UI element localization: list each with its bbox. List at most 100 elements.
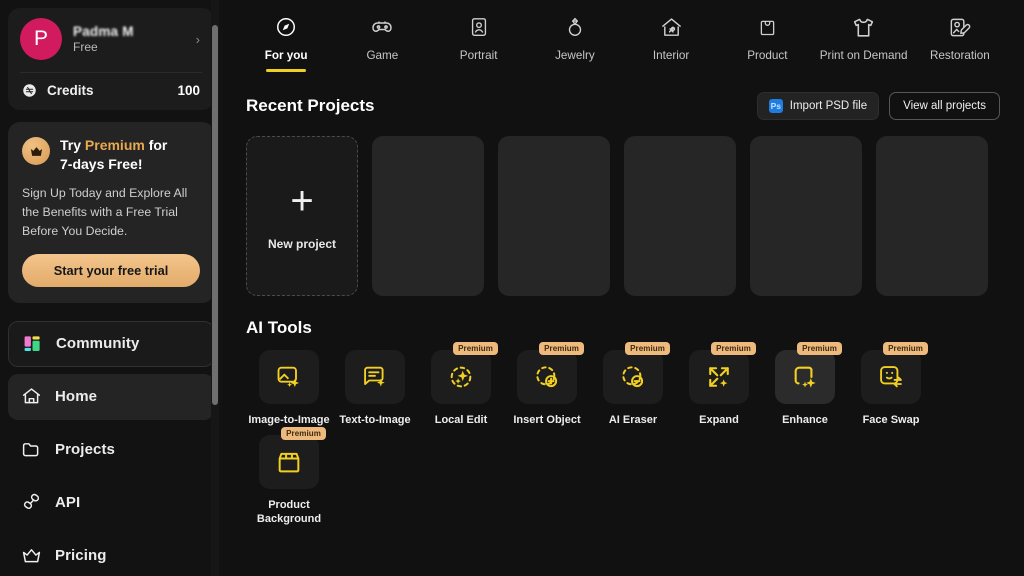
tool-local-edit[interactable]: Premium Local Edit: [418, 341, 504, 427]
ai-tools-title: AI Tools: [246, 317, 312, 337]
portrait-icon: [468, 14, 490, 40]
house-interior-icon: [660, 14, 683, 40]
tool-label: AI Eraser: [608, 413, 658, 426]
crown-outline-icon: [20, 545, 42, 567]
compass-icon: [275, 14, 297, 40]
tab-label: For you: [264, 49, 308, 62]
tool-product-background[interactable]: Premium Product Background: [246, 426, 332, 527]
tool-tile: [259, 434, 319, 489]
import-psd-button[interactable]: Ps Import PSD file: [756, 91, 880, 120]
expand-arrows-icon: [709, 366, 729, 387]
api-link-icon: [20, 492, 42, 514]
folder-icon: [20, 439, 42, 461]
promo-title-line2: 7-days Free!: [60, 155, 143, 172]
app-root: P Padma M Free › Credits 100 Try Premium…: [0, 0, 1024, 576]
tool-tile: [345, 349, 405, 404]
tool-tile: [603, 349, 663, 404]
tab-product[interactable]: Product: [719, 14, 815, 70]
profile-row[interactable]: P Padma M Free ›: [20, 18, 202, 72]
tab-label: Portrait: [459, 49, 498, 62]
photo-restore-glyph-icon: [951, 18, 971, 36]
tool-label: Image-to-Image: [248, 413, 330, 426]
tool-image-to-image[interactable]: Image-to-Image: [246, 349, 332, 427]
project-placeholder-card[interactable]: [876, 135, 988, 296]
tab-print-on-demand[interactable]: Print on Demand: [816, 14, 912, 70]
project-placeholder-card[interactable]: [624, 135, 736, 296]
sidebar-item-label: Home: [55, 388, 98, 406]
new-project-card[interactable]: + New project: [246, 135, 358, 296]
recent-projects-row: + New project: [222, 120, 1024, 296]
credits-value: 100: [177, 83, 200, 98]
tool-insert-object[interactable]: Premium Insert Object: [504, 341, 590, 427]
sidebar-item-api[interactable]: API: [8, 480, 214, 526]
project-placeholder-card[interactable]: [498, 135, 610, 296]
sidebar: P Padma M Free › Credits 100 Try Premium…: [0, 0, 222, 576]
tab-portrait[interactable]: Portrait: [431, 14, 527, 70]
crown-icon: [22, 137, 50, 165]
square-sparkle-icon: [794, 366, 816, 388]
tab-restoration[interactable]: Restoration: [912, 14, 1008, 70]
tool-face-swap[interactable]: Premium Face Swap: [848, 341, 934, 427]
tool-tile: [517, 349, 577, 404]
start-free-trial-button[interactable]: Start your free trial: [22, 253, 200, 287]
tool-label: Expand: [699, 413, 739, 426]
premium-badge: Premium: [281, 426, 326, 440]
premium-badge: Premium: [711, 341, 756, 355]
tab-interior[interactable]: Interior: [623, 14, 719, 70]
ai-tools-grid: Image-to-Image Text-to-Image Premium Loc…: [222, 338, 1024, 535]
tool-enhance[interactable]: Premium Enhance: [762, 341, 848, 427]
photo-restore-icon: [948, 14, 971, 40]
sidebar-item-home[interactable]: Home: [8, 373, 214, 420]
crown-outline-glyph-icon: [22, 549, 40, 563]
tab-for-you[interactable]: For you: [238, 14, 334, 78]
photoshop-icon: Ps: [768, 98, 783, 113]
sidebar-item-pricing[interactable]: Pricing: [8, 533, 214, 576]
ring-glyph-icon: [568, 17, 582, 36]
tool-label: Local Edit: [434, 413, 488, 426]
sidebar-item-projects[interactable]: Projects: [8, 427, 214, 473]
ring-icon: [564, 14, 586, 40]
tool-label: Text-to-Image: [339, 413, 411, 426]
sidebar-scrollbar-thumb[interactable]: [212, 25, 218, 405]
category-tabs: For you Game Portrait Jewelry Interior P…: [222, 0, 1024, 78]
project-placeholder-card[interactable]: [750, 135, 862, 296]
home-glyph-icon: [22, 388, 40, 404]
promo-header: Try Premium for 7-days Free!: [22, 136, 200, 174]
tab-label: Jewelry: [555, 49, 595, 62]
premium-badge: Premium: [453, 341, 498, 355]
premium-promo-card: Try Premium for 7-days Free! Sign Up Tod…: [8, 122, 214, 303]
tshirt-icon: [851, 14, 876, 40]
dashed-plus-icon: [536, 365, 558, 387]
product-box-icon: [278, 452, 300, 473]
profile-card[interactable]: P Padma M Free › Credits 100: [8, 8, 214, 110]
tool-label: Product Background: [256, 498, 322, 526]
project-placeholder-card[interactable]: [372, 135, 484, 296]
tool-expand[interactable]: Premium Expand: [676, 341, 762, 427]
tab-game[interactable]: Game: [334, 14, 430, 70]
page-title: Recent Projects: [246, 95, 375, 115]
chevron-right-icon[interactable]: ›: [196, 32, 202, 47]
tshirt-glyph-icon: [853, 17, 874, 37]
tool-tile: [775, 349, 835, 404]
profile-plan: Free: [73, 40, 98, 54]
credits-label: Credits: [47, 83, 94, 98]
image-sparkle-icon: [277, 366, 300, 387]
credits-row[interactable]: Credits 100: [20, 72, 202, 110]
promo-title-pre: Try: [60, 137, 85, 153]
folder-glyph-icon: [22, 443, 38, 457]
sidebar-item-community[interactable]: Community: [8, 320, 214, 367]
promo-body: Sign Up Today and Explore All the Benefi…: [22, 185, 188, 238]
tab-label: Product: [747, 49, 788, 62]
crown-glyph-icon: [30, 146, 42, 156]
tool-text-to-image[interactable]: Text-to-Image: [332, 349, 418, 427]
sidebar-item-label: Pricing: [55, 547, 107, 565]
view-all-projects-button[interactable]: View all projects: [889, 91, 1000, 120]
sidebar-item-label: API: [55, 494, 81, 512]
tab-jewelry[interactable]: Jewelry: [527, 14, 623, 70]
tool-label: Enhance: [782, 413, 828, 426]
premium-badge: Premium: [625, 341, 670, 355]
sidebar-item-label: Community: [56, 335, 140, 353]
main-content: For you Game Portrait Jewelry Interior P…: [222, 0, 1024, 576]
dashed-sparkle-icon: [450, 366, 472, 387]
tool-ai-eraser[interactable]: Premium AI Eraser: [590, 341, 676, 427]
